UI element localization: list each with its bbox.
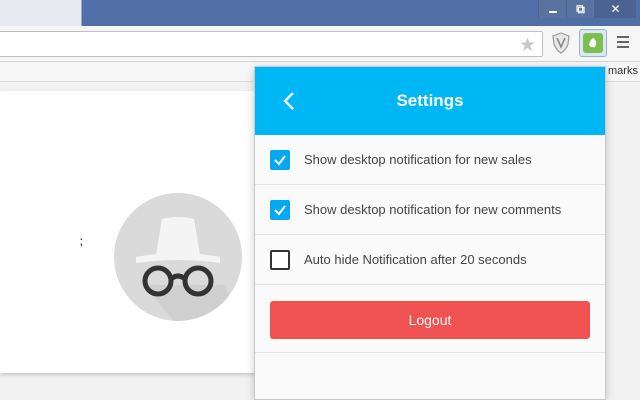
new-comments-label: Show desktop notification for new commen… [304, 202, 562, 217]
logout-row: Logout [255, 285, 605, 353]
window-titlebar: ⧉ ✕ [0, 0, 640, 26]
checkmark-icon [274, 204, 286, 216]
browser-toolbar: ★ [0, 26, 640, 62]
leaf-icon [583, 33, 603, 53]
card-mark: ⁏ [79, 234, 84, 248]
checkmark-icon [274, 154, 286, 166]
setting-row-new-sales[interactable]: Show desktop notification for new sales [255, 135, 605, 185]
setting-row-new-comments[interactable]: Show desktop notification for new commen… [255, 185, 605, 235]
restore-button[interactable]: ⧉ [566, 0, 594, 18]
hamburger-menu-icon[interactable] [617, 36, 629, 50]
new-comments-checkbox[interactable] [270, 199, 290, 220]
close-icon: ✕ [610, 2, 621, 16]
incognito-card: ⁏ [0, 91, 258, 373]
auto-hide-checkbox[interactable] [270, 249, 290, 270]
minimize-button[interactable] [538, 0, 566, 18]
bookmarks-label[interactable]: marks [608, 65, 638, 77]
auto-hide-label: Auto hide Notification after 20 seconds [304, 252, 527, 267]
restore-icon: ⧉ [576, 1, 585, 16]
incognito-icon [114, 193, 242, 321]
page-title: Settings [396, 91, 464, 110]
star-icon[interactable]: ★ [519, 34, 536, 57]
window-controls: ⧉ ✕ [538, 0, 636, 18]
settings-popup: Settings Show desktop notification for n… [254, 66, 606, 400]
setting-row-auto-hide[interactable]: Auto hide Notification after 20 seconds [255, 235, 605, 285]
logout-button[interactable]: Logout [270, 301, 590, 339]
minimize-icon [548, 11, 557, 13]
new-sales-label: Show desktop notification for new sales [304, 152, 532, 167]
close-button[interactable]: ✕ [594, 0, 636, 18]
popup-header: Settings [255, 67, 605, 135]
new-sales-checkbox[interactable] [270, 149, 290, 170]
browser-tab[interactable] [0, 0, 82, 26]
extension-button[interactable] [579, 29, 607, 57]
shield-icon[interactable] [552, 32, 570, 54]
address-bar[interactable]: ★ [0, 31, 543, 57]
